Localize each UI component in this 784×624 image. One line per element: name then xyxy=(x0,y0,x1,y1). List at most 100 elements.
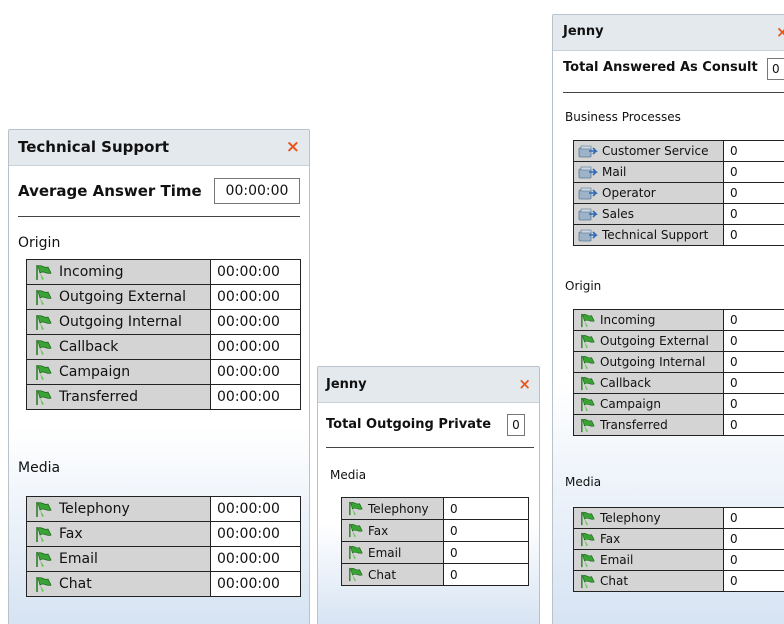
row-name: Outgoing Internal xyxy=(59,314,182,330)
row-name: Sales xyxy=(602,207,634,221)
table-row: Fax 00:00:00 xyxy=(26,521,301,547)
green-flag-icon xyxy=(348,523,364,538)
panel-title: Technical Support xyxy=(18,138,170,156)
green-flag-icon xyxy=(35,264,53,281)
section-label-media: Media xyxy=(18,460,61,476)
row-name: Telephony xyxy=(368,501,429,516)
green-flag-icon xyxy=(35,576,53,593)
row-value: 0 xyxy=(723,330,784,352)
close-icon[interactable]: × xyxy=(518,367,531,402)
row-name: Operator xyxy=(602,186,656,200)
table-row: Telephony 0 xyxy=(573,507,784,529)
row-value: 0 xyxy=(723,351,784,373)
table-row: Outgoing Internal 00:00:00 xyxy=(26,309,301,335)
table-row: Mail 0 xyxy=(573,161,784,183)
row-name: Email xyxy=(368,545,402,560)
row-name: Mail xyxy=(602,165,627,179)
table-row: Transferred 0 xyxy=(573,414,784,436)
row-value: 0 xyxy=(443,563,529,586)
row-name: Chat xyxy=(368,567,397,582)
green-flag-icon xyxy=(348,567,364,582)
row-value: 0 xyxy=(723,507,784,529)
green-flag-icon xyxy=(580,532,596,547)
business-process-icon xyxy=(578,186,598,201)
green-flag-icon xyxy=(580,418,596,433)
green-flag-icon xyxy=(580,355,596,370)
stat-label: Average Answer Time xyxy=(18,182,202,200)
table-row: Campaign 00:00:00 xyxy=(26,359,301,385)
row-value: 00:00:00 xyxy=(210,284,301,310)
green-flag-icon xyxy=(348,545,364,560)
table-row: Callback 00:00:00 xyxy=(26,334,301,360)
row-value: 00:00:00 xyxy=(210,309,301,335)
row-value: 0 xyxy=(723,570,784,592)
close-icon[interactable]: × xyxy=(776,15,784,49)
row-value: 0 xyxy=(723,414,784,436)
table-row: Fax 0 xyxy=(341,519,529,542)
row-name: Telephony xyxy=(600,511,661,525)
green-flag-icon xyxy=(35,339,53,356)
row-value: 0 xyxy=(723,140,784,162)
business-process-icon xyxy=(578,165,598,180)
technical-support-panel: Technical Support × Average Answer Time … xyxy=(8,129,310,624)
business-process-icon xyxy=(578,207,598,222)
business-process-icon xyxy=(578,228,598,243)
media-table: Telephony 0 Fax 0 Email 0 Chat 0 xyxy=(341,497,529,586)
row-name: Chat xyxy=(600,574,629,588)
divider xyxy=(18,216,300,217)
table-row: Email 0 xyxy=(341,541,529,564)
green-flag-icon xyxy=(348,501,364,516)
table-row: Customer Service 0 xyxy=(573,140,784,162)
row-value: 0 xyxy=(723,372,784,394)
table-row: Telephony 00:00:00 xyxy=(26,496,301,522)
table-row: Sales 0 xyxy=(573,203,784,225)
panel-title: Jenny xyxy=(326,377,367,392)
row-value: 0 xyxy=(723,224,784,246)
row-value: 0 xyxy=(723,393,784,415)
row-value: 00:00:00 xyxy=(210,496,301,522)
close-icon[interactable]: × xyxy=(286,130,300,165)
row-name: Incoming xyxy=(59,264,124,280)
green-flag-icon xyxy=(35,364,53,381)
row-name: Campaign xyxy=(59,364,131,380)
row-value: 00:00:00 xyxy=(210,521,301,547)
row-value: 0 xyxy=(723,203,784,225)
row-value: 00:00:00 xyxy=(210,259,301,285)
green-flag-icon xyxy=(35,526,53,543)
row-name: Outgoing External xyxy=(600,334,709,348)
green-flag-icon xyxy=(580,397,596,412)
row-value: 0 xyxy=(723,161,784,183)
stat-value: 0 xyxy=(767,58,784,80)
divider xyxy=(326,447,534,448)
green-flag-icon xyxy=(580,574,596,589)
panel-header: Jenny × xyxy=(318,367,539,403)
table-row: Chat 0 xyxy=(573,570,784,592)
row-name: Callback xyxy=(600,376,651,390)
stat-label: Total Outgoing Private xyxy=(326,417,492,432)
green-flag-icon xyxy=(35,389,53,406)
green-flag-icon xyxy=(580,376,596,391)
row-value: 00:00:00 xyxy=(210,359,301,385)
row-name: Campaign xyxy=(600,397,661,411)
row-value: 0 xyxy=(443,519,529,542)
green-flag-icon xyxy=(35,551,53,568)
row-value: 00:00:00 xyxy=(210,546,301,572)
panel-header: Technical Support × xyxy=(9,130,309,166)
stat-value: 0 xyxy=(507,414,525,436)
row-name: Fax xyxy=(59,526,83,542)
row-name: Outgoing Internal xyxy=(600,355,706,369)
table-row: Chat 00:00:00 xyxy=(26,571,301,597)
row-value: 0 xyxy=(723,309,784,331)
table-row: Technical Support 0 xyxy=(573,224,784,246)
row-name: Email xyxy=(600,553,634,567)
row-name: Callback xyxy=(59,339,119,355)
row-name: Outgoing External xyxy=(59,289,187,305)
row-value: 0 xyxy=(723,528,784,550)
row-name: Customer Service xyxy=(602,144,709,158)
table-row: Chat 0 xyxy=(341,563,529,586)
row-name: Transferred xyxy=(600,418,668,432)
row-value: 00:00:00 xyxy=(210,384,301,410)
origin-table: Incoming 00:00:00 Outgoing External 00:00:… xyxy=(26,259,301,410)
row-name: Email xyxy=(59,551,98,567)
row-value: 00:00:00 xyxy=(210,571,301,597)
